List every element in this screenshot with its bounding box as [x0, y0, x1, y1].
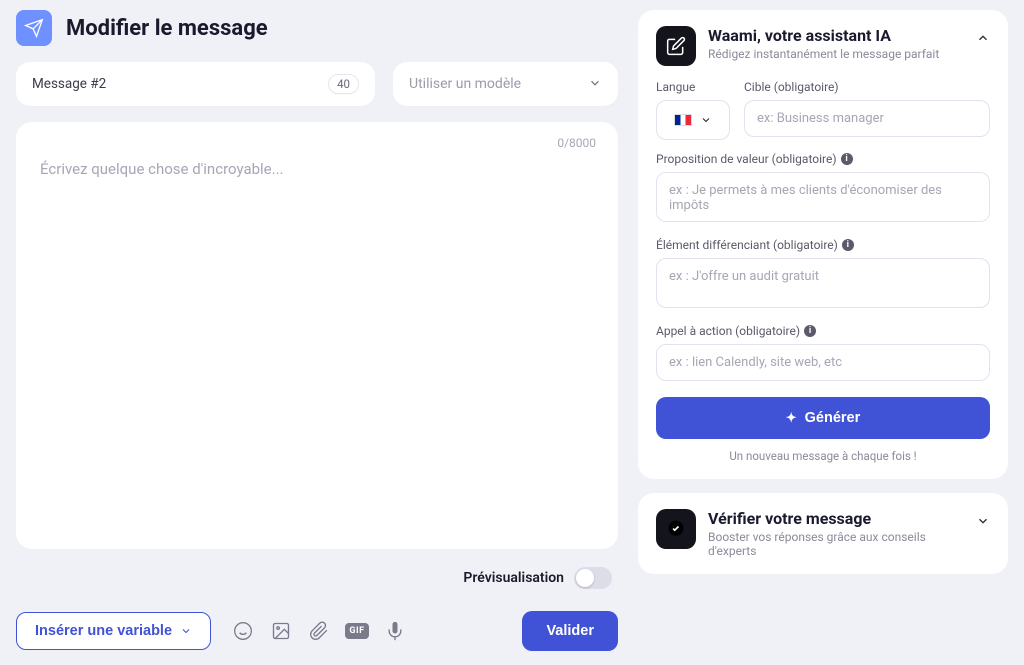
page-title: Modifier le message — [66, 16, 268, 41]
info-icon[interactable]: i — [842, 239, 854, 251]
toggle-knob — [576, 569, 594, 587]
message-name-input[interactable]: Message #2 40 — [16, 62, 375, 106]
expand-button[interactable] — [976, 513, 990, 532]
ai-panel-title: Waami, votre assistant IA — [708, 26, 939, 45]
verify-panel-title: Vérifier votre message — [708, 509, 964, 528]
chevron-down-icon — [700, 114, 712, 126]
compose-icon — [656, 26, 696, 66]
chat-check-icon — [656, 509, 696, 549]
image-icon[interactable] — [271, 621, 291, 641]
microphone-icon[interactable] — [385, 621, 405, 641]
verify-panel[interactable]: Vérifier votre message Booster vos répon… — [638, 493, 1008, 574]
send-icon — [16, 10, 52, 46]
template-select-placeholder: Utiliser un modèle — [409, 76, 521, 92]
message-name-value: Message #2 — [32, 76, 106, 92]
info-icon[interactable]: i — [841, 153, 853, 165]
chevron-down-icon — [588, 75, 602, 94]
language-select[interactable] — [656, 100, 730, 140]
emoji-icon[interactable] — [233, 621, 253, 641]
generate-label: Générer — [805, 410, 861, 426]
ai-assistant-panel: Waami, votre assistant IA Rédigez instan… — [638, 10, 1008, 479]
value-prop-label: Proposition de valeur (obligatoire) i — [656, 152, 990, 166]
cta-label: Appel à action (obligatoire) i — [656, 324, 990, 338]
cta-input[interactable] — [656, 344, 990, 381]
language-label: Langue — [656, 80, 730, 94]
target-input[interactable] — [744, 100, 990, 137]
generate-footer-note: Un nouveau message à chaque fois ! — [656, 449, 990, 463]
value-prop-input[interactable] — [656, 172, 990, 222]
preview-toggle[interactable] — [574, 567, 612, 589]
differentiator-input[interactable] — [656, 258, 990, 308]
info-icon[interactable]: i — [804, 325, 816, 337]
target-label: Cible (obligatoire) — [744, 80, 990, 94]
submit-button[interactable]: Valider — [522, 611, 618, 651]
flag-fr-icon — [674, 114, 692, 126]
preview-label: Prévisualisation — [463, 570, 564, 586]
template-select[interactable]: Utiliser un modèle — [393, 62, 618, 106]
differentiator-label: Élément différenciant (obligatoire) i — [656, 238, 990, 252]
message-editor[interactable]: 0/8000 Écrivez quelque chose d'incroyabl… — [16, 122, 618, 549]
editor-placeholder: Écrivez quelque chose d'incroyable... — [40, 160, 594, 178]
message-name-limit: 40 — [328, 74, 359, 94]
attachment-icon[interactable] — [309, 621, 329, 641]
verify-panel-subtitle: Booster vos réponses grâce aux conseils … — [708, 530, 964, 558]
sparkle-icon: ✦ — [786, 410, 797, 426]
chevron-down-icon — [180, 625, 192, 637]
gif-icon[interactable]: GIF — [347, 621, 367, 641]
insert-variable-label: Insérer une variable — [35, 623, 172, 639]
generate-button[interactable]: ✦ Générer — [656, 397, 990, 439]
ai-panel-subtitle: Rédigez instantanément le message parfai… — [708, 47, 939, 61]
collapse-button[interactable] — [976, 30, 990, 49]
char-counter: 0/8000 — [557, 136, 596, 150]
page-header: Modifier le message — [16, 10, 618, 46]
insert-variable-button[interactable]: Insérer une variable — [16, 612, 211, 650]
